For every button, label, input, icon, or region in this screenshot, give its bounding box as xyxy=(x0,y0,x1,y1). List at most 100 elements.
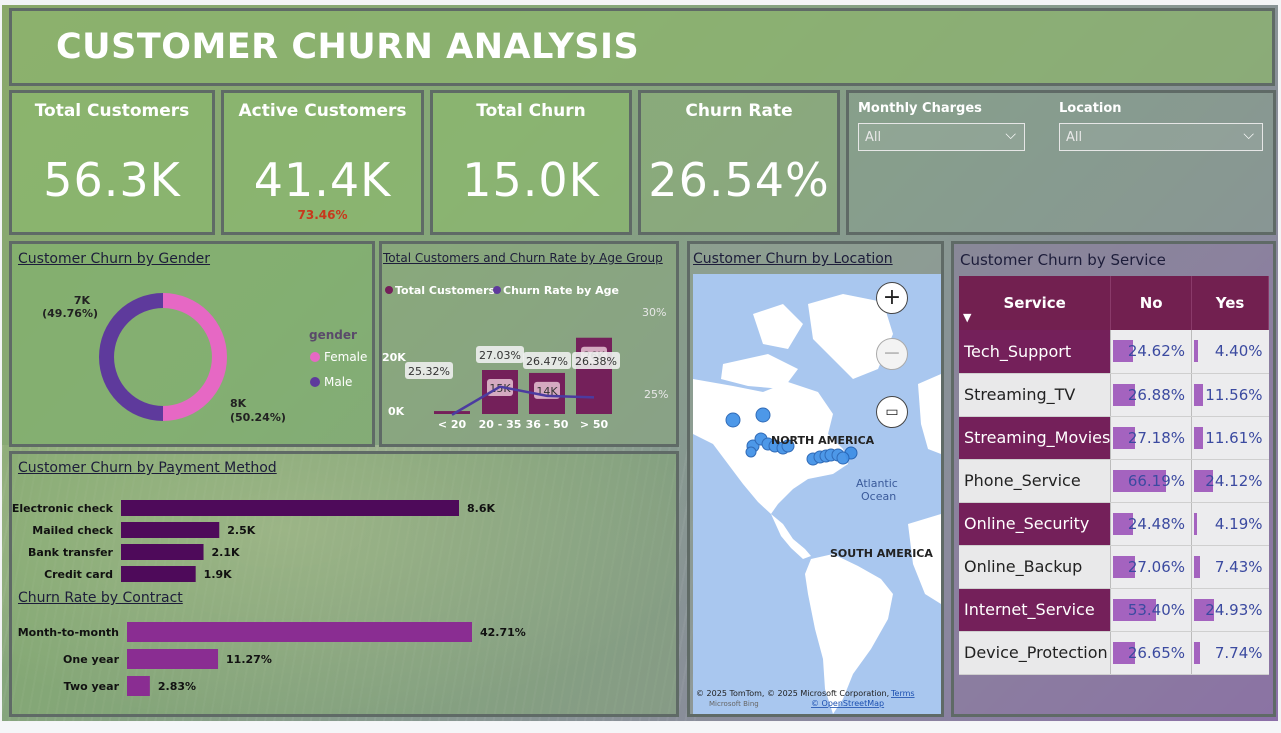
no-value: 26.65% xyxy=(1127,643,1186,662)
chevron-down-icon: ⌵ xyxy=(1243,127,1254,143)
dropdown-value: All xyxy=(1066,130,1083,145)
y-right-tick: 25% xyxy=(644,388,668,401)
chart-title: Churn Rate by Contract xyxy=(18,590,183,606)
payment-contract-panel: Customer Churn by Payment Method Electro… xyxy=(9,451,679,717)
service-name: Tech_Support xyxy=(959,330,1111,374)
bar[interactable] xyxy=(121,566,196,582)
kpi-value: 26.54% xyxy=(648,153,830,207)
yes-cell: 24.93% xyxy=(1191,588,1269,632)
chart-title: Customer Churn by Payment Method xyxy=(18,460,277,476)
payment-method-bar-chart[interactable]: Electronic check 8.6K Mailed check 2.5K Bank… xyxy=(12,484,672,599)
kpi-value: 15.0K xyxy=(462,153,600,207)
yes-cell: 24.12% xyxy=(1191,459,1269,503)
header-label: Service xyxy=(1003,294,1066,312)
category-label: Credit card xyxy=(44,568,113,581)
table-row[interactable]: Online_Backup 27.06% 7.43% xyxy=(959,545,1269,589)
filters-panel: Monthly Charges All ⌵ Location All ⌵ xyxy=(846,90,1276,235)
line-value-label: 25.32% xyxy=(408,365,450,378)
map-canvas[interactable]: NORTH AMERICA SOUTH AMERICA Atlantic Oce… xyxy=(693,274,941,714)
x-tick-label: < 20 xyxy=(438,418,467,431)
location-map-panel: Customer Churn by Location NORTH AMERICA… xyxy=(687,241,944,717)
service-name: Device_Protection xyxy=(959,631,1111,675)
monthly-charges-dropdown[interactable]: All ⌵ xyxy=(858,123,1025,151)
kpi-total-churn: Total Churn 15.0K xyxy=(430,90,632,235)
yes-value: 4.40% xyxy=(1214,342,1263,361)
line-value-label: 26.47% xyxy=(526,355,568,368)
bottom-strip xyxy=(0,722,1281,733)
legend-female-swatch xyxy=(310,352,320,362)
table-row[interactable]: Tech_Support 24.62% 4.40% xyxy=(959,330,1269,374)
table-row[interactable]: Phone_Service 66.19% 24.12% xyxy=(959,459,1269,503)
x-tick-label: > 50 xyxy=(580,418,609,431)
table-row[interactable]: Streaming_TV 26.88% 11.56% xyxy=(959,373,1269,417)
chart-title: Customer Churn by Gender xyxy=(18,251,211,267)
kpi-value: 56.3K xyxy=(43,153,181,207)
bing-logo: Microsoft Bing xyxy=(709,700,759,708)
yes-value: 4.19% xyxy=(1214,514,1263,533)
legend-male-swatch xyxy=(310,377,320,387)
chart-title: Customer Churn by Location xyxy=(693,251,893,267)
table-row[interactable]: Streaming_Movies 27.18% 11.61% xyxy=(959,416,1269,460)
legend-title: gender xyxy=(309,328,357,342)
bar[interactable] xyxy=(121,544,204,560)
male-pct-label: (49.76%) xyxy=(42,307,98,320)
kpi-label: Active Customers xyxy=(238,101,407,121)
table-row[interactable]: Internet_Service 53.40% 24.93% xyxy=(959,588,1269,632)
y-right-tick: 30% xyxy=(642,306,666,319)
kpi-label: Total Customers xyxy=(34,101,190,121)
age-group-combo-chart[interactable]: Total Customers Churn Rate by Age 20K 0K… xyxy=(382,270,676,446)
line-value-label: 27.03% xyxy=(479,349,521,362)
kpi-value: 41.4K xyxy=(253,153,392,207)
yes-cell: 4.19% xyxy=(1191,502,1269,546)
monthly-charges-filter: Monthly Charges All ⌵ xyxy=(858,101,1025,151)
bar-value-label: 2.5K xyxy=(227,524,255,537)
location-dropdown[interactable]: All ⌵ xyxy=(1059,123,1263,151)
table-row[interactable]: Device_Protection 26.65% 7.74% xyxy=(959,631,1269,675)
category-label: Month-to-month xyxy=(18,626,119,639)
bar[interactable] xyxy=(127,649,219,669)
no-cell: 27.06% xyxy=(1110,545,1192,589)
bar[interactable] xyxy=(127,676,150,696)
y-left-tick: 20K xyxy=(382,351,406,364)
header-service[interactable]: Service ▼ xyxy=(959,276,1112,330)
no-value: 24.48% xyxy=(1127,514,1186,533)
header-yes[interactable]: Yes xyxy=(1191,276,1269,330)
dashboard: CUSTOMER CHURN ANALYSIS Total Customers … xyxy=(2,5,1278,721)
category-label: Bank transfer xyxy=(28,546,114,559)
table-title: Customer Churn by Service xyxy=(960,251,1166,269)
bar[interactable] xyxy=(127,622,472,642)
zoom-in-icon[interactable]: + xyxy=(876,282,908,314)
yes-cell: 7.74% xyxy=(1191,631,1269,675)
chevron-down-icon: ⌵ xyxy=(1005,127,1016,143)
bar-value-label: 2.1K xyxy=(212,546,240,559)
page-title: CUSTOMER CHURN ANALYSIS xyxy=(56,27,640,67)
service-table-panel: Customer Churn by Service Service ▼ No Y… xyxy=(951,241,1276,717)
kpi-active-customers: Active Customers 41.4K 73.46% xyxy=(221,90,424,235)
no-cell: 53.40% xyxy=(1110,588,1192,632)
kpi-label: Churn Rate xyxy=(685,101,793,121)
bar[interactable] xyxy=(121,500,459,516)
dropdown-value: All xyxy=(865,130,882,145)
zoom-out-icon[interactable]: − xyxy=(876,338,908,370)
female-pct-label: (50.24%) xyxy=(230,411,286,424)
header-no[interactable]: No xyxy=(1110,276,1193,330)
yes-value: 11.61% xyxy=(1205,428,1263,447)
service-table: Service ▼ No Yes Tech_Support 24.62% 4.40%… xyxy=(959,276,1269,675)
bar-value-label: 2.83% xyxy=(158,680,196,693)
kpi-label: Total Churn xyxy=(476,101,586,121)
yes-value: 7.43% xyxy=(1214,557,1263,576)
bar-value-label: 11.27% xyxy=(226,653,272,666)
contract-bar-chart[interactable]: Month-to-month 42.71% One year 11.27% Two ye… xyxy=(12,614,672,714)
category-label: Two year xyxy=(64,680,120,693)
yes-cell: 11.61% xyxy=(1191,416,1269,460)
filter-label: Monthly Charges xyxy=(858,101,982,116)
age-group-chart-panel: Total Customers and Churn Rate by Age Gr… xyxy=(379,241,679,447)
bar[interactable] xyxy=(121,522,220,538)
bar-value-label: 1.9K xyxy=(204,568,232,581)
select-region-icon[interactable]: ▭ xyxy=(876,396,908,428)
table-row[interactable]: Online_Security 24.48% 4.19% xyxy=(959,502,1269,546)
no-cell: 24.62% xyxy=(1110,330,1192,374)
yes-value: 7.74% xyxy=(1214,643,1263,662)
male-slice xyxy=(99,293,163,421)
gender-donut-chart[interactable]: 7K (49.76%) 8K (50.24%) gender Female Ma… xyxy=(12,266,372,446)
